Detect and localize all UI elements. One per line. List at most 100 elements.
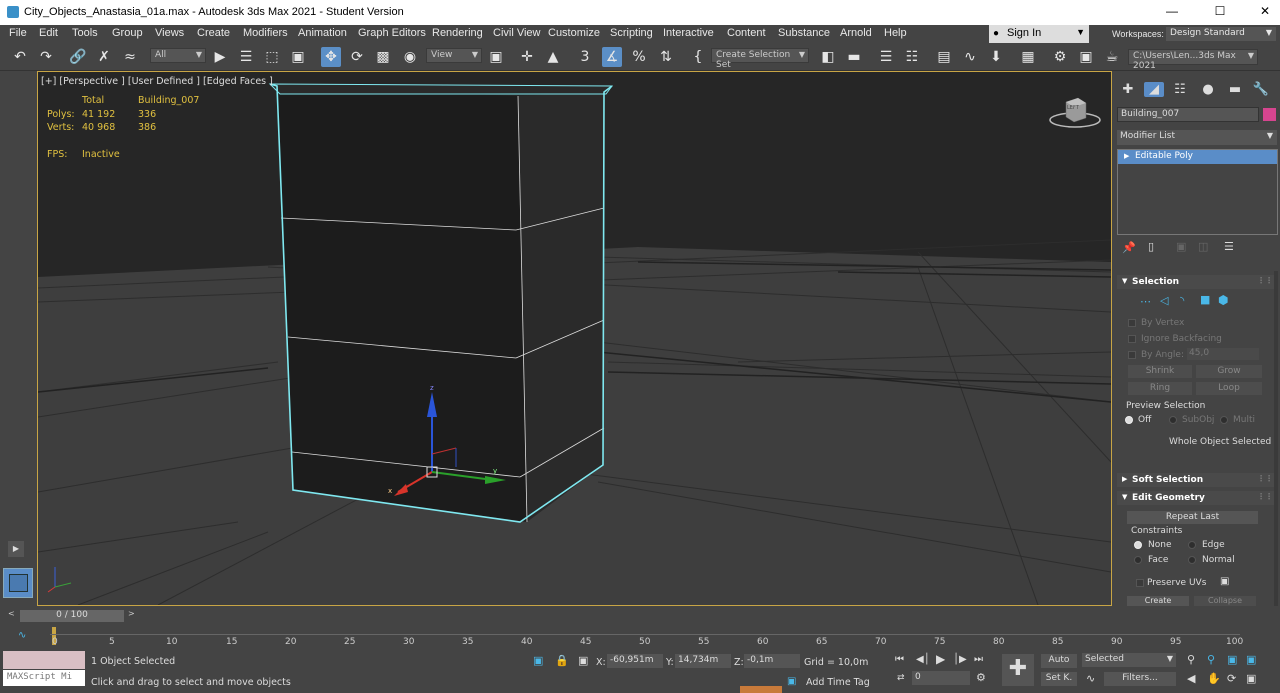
next-frame-icon[interactable]: > [128, 609, 135, 618]
expand-viewport-layouts-button[interactable]: ▶ [8, 541, 24, 557]
motion-panel-icon[interactable]: ● [1198, 82, 1218, 97]
menu-group[interactable]: Group [112, 27, 143, 39]
key-filters-icon[interactable]: ∿ [1086, 672, 1095, 685]
menu-animation[interactable]: Animation [298, 27, 347, 39]
minimize-button[interactable]: — [1162, 4, 1182, 20]
selection-filter-dropdown[interactable]: All ▼ [150, 48, 206, 63]
constraint-none-radio[interactable] [1134, 541, 1142, 549]
rotate-icon[interactable]: ⟳ [347, 47, 367, 67]
configure-modifier-sets-icon[interactable]: ☰ [1224, 240, 1234, 253]
pivot-center-icon[interactable]: ▣ [486, 47, 506, 67]
zoom-icon[interactable]: ⚲ [1187, 653, 1195, 666]
spinner-snap-icon[interactable]: ⇅ [656, 47, 676, 67]
y-coord-field[interactable]: 14,734m [675, 654, 731, 668]
soft-selection-rollout-header[interactable]: ▶ Soft Selection ⋮⋮ [1117, 473, 1278, 487]
by-angle-checkbox[interactable] [1128, 351, 1136, 359]
menu-modifiers[interactable]: Modifiers [243, 27, 288, 39]
preview-subobj-radio[interactable] [1169, 416, 1177, 424]
vertex-mode-icon[interactable]: ⋯ [1140, 295, 1151, 308]
previous-key-icon[interactable]: ◀│ [916, 654, 930, 665]
show-end-result-icon[interactable]: ▯ [1148, 240, 1154, 253]
edge-mode-icon[interactable]: ◁ [1160, 294, 1168, 307]
menu-file[interactable]: File [9, 27, 27, 39]
key-mode-dropdown[interactable]: Selected ▼ [1082, 653, 1176, 667]
absolute-mode-icon[interactable]: ▣ [578, 654, 588, 667]
constraint-normal-radio[interactable] [1188, 556, 1196, 564]
field-of-view-icon[interactable]: ◀ [1187, 672, 1195, 685]
preserve-uvs-settings-icon[interactable]: ▣ [1220, 576, 1229, 587]
undo-icon[interactable]: ↶ [10, 47, 30, 67]
pin-stack-icon[interactable]: 📌 [1122, 241, 1136, 254]
create-panel-icon[interactable]: ✚ [1118, 82, 1138, 97]
align-icon[interactable]: ▬ [844, 47, 864, 67]
selection-rollout-header[interactable]: ▼ Selection ⋮⋮ [1117, 275, 1278, 289]
snaps-toggle-icon[interactable]: 3 [575, 47, 595, 67]
select-object-icon[interactable]: ▶ [210, 47, 230, 67]
preserve-uvs-checkbox[interactable] [1136, 579, 1144, 587]
maximize-viewport-icon[interactable]: ▣ [1246, 672, 1256, 685]
schematic-view-icon[interactable]: ⬇ [986, 47, 1006, 67]
maxscript-listener-output[interactable] [3, 651, 85, 669]
project-folder-dropdown[interactable]: C:\Users\Len...3ds Max 2021 ▼ [1128, 49, 1258, 71]
angle-snap-icon[interactable]: ∡ [602, 47, 622, 67]
display-panel-icon[interactable]: ▬ [1225, 82, 1245, 97]
selection-lock-icon[interactable]: 🔒 [555, 654, 569, 667]
bind-space-warp-icon[interactable]: ≈ [120, 47, 140, 67]
preview-off-radio[interactable] [1125, 416, 1133, 424]
orbit-icon[interactable]: ⟳ [1227, 672, 1236, 685]
create-button[interactable]: Create [1127, 596, 1189, 606]
shrink-button[interactable]: Shrink [1128, 365, 1192, 378]
go-to-start-icon[interactable]: ⏮ [895, 654, 904, 665]
remove-modifier-icon[interactable]: ◫ [1198, 240, 1208, 253]
set-key-button[interactable]: Set K. [1041, 672, 1077, 686]
command-panel-scrollbar[interactable] [1274, 271, 1278, 606]
mirror-icon[interactable]: ◧ [818, 47, 838, 67]
time-tag-icon[interactable]: ▣ [787, 676, 796, 687]
menu-tools[interactable]: Tools [72, 27, 98, 39]
play-icon[interactable]: ▶ [936, 652, 945, 666]
utilities-panel-icon[interactable]: 🔧 [1251, 82, 1271, 97]
placement-icon[interactable]: ◉ [400, 47, 420, 67]
close-button[interactable]: ✕ [1255, 4, 1275, 20]
go-to-end-icon[interactable]: ⏭ [974, 654, 983, 665]
collapse-button[interactable]: Collapse [1194, 596, 1256, 606]
material-editor-icon[interactable]: ▦ [1018, 47, 1038, 67]
auto-key-button[interactable]: Auto [1041, 654, 1077, 668]
render-icon[interactable]: ☕ [1102, 47, 1122, 67]
menu-edit[interactable]: Edit [39, 27, 58, 39]
time-slider[interactable]: 0 / 100 [20, 610, 124, 622]
perspective-viewport[interactable]: [+] [Perspective ] [User Defined ] [Edge… [37, 71, 1112, 606]
add-time-tag-button[interactable]: Add Time Tag [806, 677, 870, 688]
maximize-button[interactable]: ☐ [1210, 4, 1230, 20]
object-name-field[interactable]: Building_007 [1117, 107, 1259, 122]
make-unique-icon[interactable]: ▣ [1176, 240, 1186, 253]
ignore-backfacing-checkbox[interactable] [1128, 335, 1136, 343]
menu-graph-editors[interactable]: Graph Editors [358, 27, 426, 39]
viewport-label-menu[interactable]: [+] [Perspective ] [User Defined ] [Edge… [41, 76, 273, 87]
building-007[interactable] [268, 83, 613, 523]
rendered-frame-icon[interactable]: ▣ [1076, 47, 1096, 67]
modifier-stack-item-editable-poly[interactable]: ▶ Editable Poly [1118, 150, 1277, 164]
z-coord-field[interactable]: -0,1m [744, 654, 800, 668]
modifier-list-dropdown[interactable]: Modifier List ▼ [1117, 130, 1277, 145]
loop-button[interactable]: Loop [1196, 382, 1262, 395]
set-key-icon[interactable]: ✚ [1002, 654, 1034, 686]
zoom-all-icon[interactable]: ⚲ [1207, 653, 1215, 666]
sign-in-dropdown[interactable]: ● Sign In ▼ [989, 25, 1089, 43]
menu-rendering[interactable]: Rendering [432, 27, 483, 39]
border-mode-icon[interactable]: ◝ [1180, 294, 1184, 307]
menu-customize[interactable]: Customize [548, 27, 600, 39]
zoom-extents-icon[interactable]: ▣ [1227, 653, 1237, 666]
named-selection-set-dropdown[interactable]: Create Selection Set ▼ [711, 48, 809, 70]
move-icon[interactable]: ✥ [321, 47, 341, 67]
menu-civil-view[interactable]: Civil View [493, 27, 540, 39]
select-by-name-icon[interactable]: ☰ [236, 47, 256, 67]
constraint-face-radio[interactable] [1134, 556, 1142, 564]
x-coord-field[interactable]: -60,951m [607, 654, 663, 668]
scene-explorer-icon[interactable]: ☰ [876, 47, 896, 67]
menu-interactive[interactable]: Interactive [663, 27, 714, 39]
repeat-last-button[interactable]: Repeat Last [1127, 511, 1258, 524]
menu-content[interactable]: Content [727, 27, 766, 39]
layer-explorer-icon[interactable]: ☷ [902, 47, 922, 67]
menu-arnold[interactable]: Arnold [840, 27, 872, 39]
